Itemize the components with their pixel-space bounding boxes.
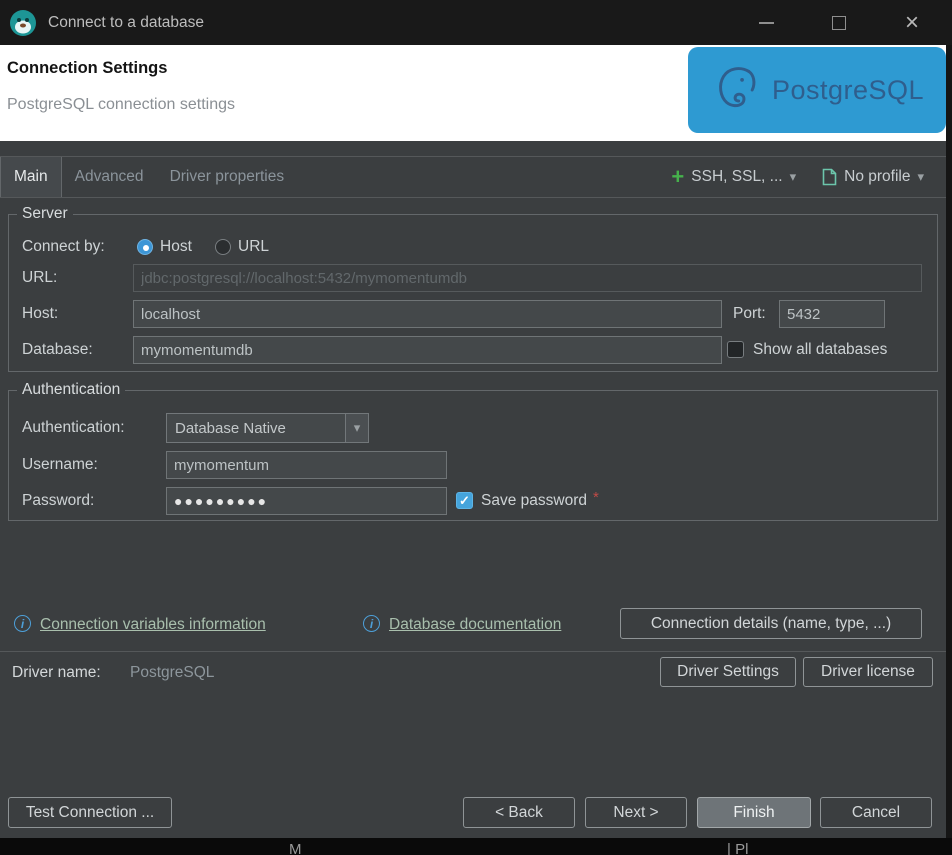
next-button[interactable]: Next > xyxy=(585,797,687,828)
back-button[interactable]: < Back xyxy=(463,797,575,828)
tab-main[interactable]: Main xyxy=(0,157,62,197)
dialog-header: Connection Settings PostgreSQL connectio… xyxy=(0,45,946,141)
save-password-text: Save password xyxy=(481,492,587,509)
page-subtitle: PostgreSQL connection settings xyxy=(7,96,235,113)
titlebar: Connect to a database × xyxy=(0,0,952,45)
maximize-icon[interactable] xyxy=(830,14,848,32)
port-input[interactable] xyxy=(779,300,885,328)
chevron-down-icon[interactable]: ▾ xyxy=(790,169,797,185)
tab-bar: Main Advanced Driver properties + SSH, S… xyxy=(0,156,946,198)
connection-variables-link[interactable]: Connection variables information xyxy=(40,610,266,640)
window-edge xyxy=(946,45,952,838)
authentication-group: Authentication xyxy=(8,381,938,521)
connect-by-host-radio[interactable] xyxy=(137,239,153,255)
save-password-checkbox[interactable]: ✓ xyxy=(456,492,473,509)
database-label: Database: xyxy=(22,341,93,358)
chevron-down-icon: ▾ xyxy=(353,420,361,435)
password-label: Password: xyxy=(22,492,95,509)
postgresql-banner: PostgreSQL xyxy=(688,47,946,133)
dbeaver-app-icon xyxy=(10,9,36,36)
url-label: URL: xyxy=(22,269,58,286)
database-input[interactable] xyxy=(133,336,722,364)
cancel-button[interactable]: Cancel xyxy=(820,797,932,828)
save-password-label[interactable]: Save password * xyxy=(481,487,599,515)
maximize-glyph xyxy=(832,15,846,30)
minimize-glyph xyxy=(758,21,774,24)
tabbar-right-tools: + SSH, SSL, ... ▾ No profile ▾ xyxy=(671,157,946,197)
connect-by-url-radio[interactable] xyxy=(215,239,231,255)
info-glyph: i xyxy=(20,616,25,631)
tab-driver-properties[interactable]: Driver properties xyxy=(157,157,298,197)
driver-name-label: Driver name: xyxy=(12,664,101,681)
host-label: Host: xyxy=(22,305,59,322)
connection-details-button[interactable]: Connection details (name, type, ...) xyxy=(620,608,922,639)
page-title: Connection Settings xyxy=(7,59,168,77)
url-input xyxy=(133,264,922,292)
profile-file-icon xyxy=(822,168,837,186)
database-documentation-link[interactable]: Database documentation xyxy=(389,610,561,640)
authentication-group-title: Authentication xyxy=(22,381,121,398)
port-label: Port: xyxy=(733,305,766,322)
info-icon: i xyxy=(363,615,380,632)
driver-license-button[interactable]: Driver license xyxy=(803,657,933,687)
password-input[interactable] xyxy=(166,487,447,515)
finish-button[interactable]: Finish xyxy=(697,797,811,828)
connect-by-url-label[interactable]: URL xyxy=(238,233,269,261)
test-connection-button[interactable]: Test Connection ... xyxy=(8,797,172,828)
chevron-down-icon[interactable]: ▾ xyxy=(917,169,924,185)
username-label: Username: xyxy=(22,456,98,473)
screen: Connect to a database × Connection Setti… xyxy=(0,0,952,855)
connect-dialog: Connection Settings PostgreSQL connectio… xyxy=(0,45,946,838)
divider xyxy=(0,651,946,652)
username-input[interactable] xyxy=(166,451,447,479)
ssh-ssl-dropdown[interactable]: SSH, SSL, ... xyxy=(691,168,782,186)
info-icon: i xyxy=(14,615,31,632)
driver-name-value: PostgreSQL xyxy=(130,664,215,681)
minimize-icon[interactable] xyxy=(757,14,775,32)
info-glyph: i xyxy=(369,616,374,631)
authentication-label: Authentication: xyxy=(22,419,125,436)
check-icon: ✓ xyxy=(459,492,470,508)
postgresql-elephant-icon xyxy=(719,67,756,108)
connect-by-host-label[interactable]: Host xyxy=(160,233,192,261)
driver-settings-button[interactable]: Driver Settings xyxy=(660,657,796,687)
window-title: Connect to a database xyxy=(48,13,204,31)
window-controls: × xyxy=(757,8,952,36)
server-group-title: Server xyxy=(22,205,68,222)
clipped-text-fragment: M xyxy=(289,841,302,855)
close-glyph: × xyxy=(904,8,919,36)
postgresql-wordmark: PostgreSQL xyxy=(771,74,925,105)
authentication-selected-value: Database Native xyxy=(175,419,286,437)
show-all-databases-label[interactable]: Show all databases xyxy=(753,336,887,364)
connect-by-label: Connect by: xyxy=(22,238,105,255)
authentication-select[interactable]: Database Native ▾ xyxy=(166,413,369,443)
plus-icon: + xyxy=(671,164,685,189)
close-icon[interactable]: × xyxy=(903,8,921,36)
tab-advanced[interactable]: Advanced xyxy=(62,157,157,197)
show-all-databases-checkbox[interactable] xyxy=(727,341,744,358)
clipped-text-fragment: | Pl xyxy=(727,841,749,855)
profile-dropdown[interactable]: No profile xyxy=(844,168,910,186)
host-input[interactable] xyxy=(133,300,722,328)
background-window-strip: M | Pl xyxy=(0,838,952,855)
required-marker: * xyxy=(592,489,599,506)
select-arrow-button[interactable]: ▾ xyxy=(345,414,368,442)
